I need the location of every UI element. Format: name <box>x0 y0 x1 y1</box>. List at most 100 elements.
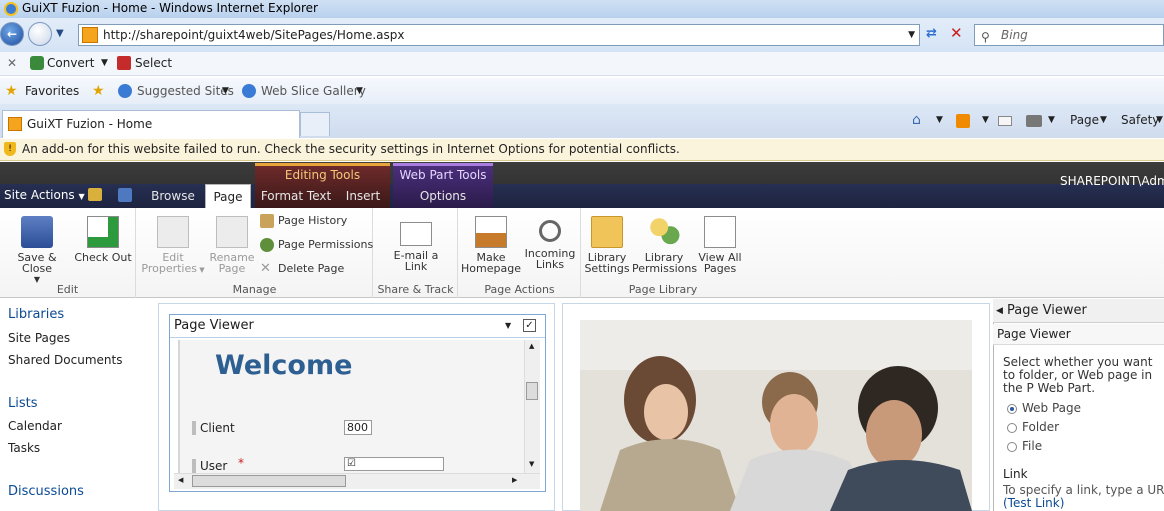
web-part-select-checkbox[interactable]: ✓ <box>523 319 536 332</box>
envelope-icon <box>400 222 432 246</box>
save-close-button[interactable]: Save & Close ▼ <box>2 216 72 285</box>
search-input[interactable]: ⚲ Bing <box>974 24 1164 46</box>
view-all-pages-button[interactable]: View All Pages <box>698 216 742 274</box>
radio-file[interactable] <box>1007 442 1017 452</box>
browser-tab-active[interactable]: GuiXT Fuzion - Home <box>2 110 300 138</box>
address-dropdown-icon[interactable]: ▼ <box>908 25 915 45</box>
convert-toolbar: ✕ Convert ▼ Select <box>0 52 1164 76</box>
incoming-links-button[interactable]: Incoming Links <box>522 216 578 270</box>
scroll-up-icon[interactable]: ▲ <box>529 342 534 350</box>
suggested-sites-dropdown-icon[interactable]: ▼ <box>222 78 229 104</box>
edit-properties-icon <box>157 216 189 248</box>
edit-properties-button[interactable]: Edit Properties ▼ <box>140 216 206 276</box>
rename-page-button[interactable]: Rename Page <box>206 216 258 274</box>
information-bar[interactable]: ! An add-on for this website failed to r… <box>0 139 1164 161</box>
vertical-scroll-thumb[interactable] <box>526 382 538 400</box>
print-dropdown-icon[interactable]: ▼ <box>1048 104 1055 136</box>
new-tab-button[interactable] <box>300 112 330 136</box>
nav-item-shared-documents[interactable]: Shared Documents <box>8 353 122 367</box>
collapse-arrow-icon[interactable]: ◀ <box>996 299 1003 323</box>
back-button[interactable]: ← <box>0 22 24 46</box>
suggested-sites-link[interactable]: Suggested Sites <box>137 78 234 104</box>
web-slice-dropdown-icon[interactable]: ▼ <box>356 78 363 104</box>
web-part-header: Page Viewer <box>170 315 545 338</box>
client-input[interactable]: 800 <box>344 420 372 435</box>
check-out-button[interactable]: Check Out <box>72 216 134 263</box>
client-label: Client <box>200 421 235 435</box>
tab-favicon-icon <box>8 117 22 131</box>
nav-heading-libraries[interactable]: Libraries <box>8 307 64 322</box>
tab-options[interactable]: Options <box>396 184 490 208</box>
welcome-heading: Welcome <box>215 350 353 381</box>
page-menu[interactable]: Page <box>1070 104 1099 136</box>
magnifier-icon <box>539 220 561 242</box>
feeds-icon[interactable] <box>956 114 970 128</box>
radio-selected-dot <box>1010 407 1014 411</box>
nav-item-calendar[interactable]: Calendar <box>8 419 62 433</box>
frame-vertical-scrollbar[interactable]: ▲ ▼ <box>524 340 540 473</box>
feeds-dropdown-icon[interactable]: ▼ <box>982 104 989 136</box>
group-label-share-track: Share & Track <box>377 283 454 296</box>
mail-icon[interactable] <box>998 116 1012 126</box>
library-settings-button[interactable]: Library Settings <box>584 216 630 274</box>
add-favorite-icon[interactable]: ★ <box>92 78 105 104</box>
make-homepage-button[interactable]: Make Homepage <box>460 216 522 274</box>
convert-button[interactable]: Convert <box>47 52 94 75</box>
site-actions-dropdown-icon: ▼ <box>78 192 85 201</box>
site-favicon-icon <box>82 27 98 43</box>
scroll-down-icon[interactable]: ▼ <box>529 460 534 468</box>
tab-insert[interactable]: Insert <box>336 184 390 208</box>
address-bar[interactable]: http://sharepoint/guixt4web/SitePages/Ho… <box>78 24 920 46</box>
tab-browse[interactable]: Browse <box>145 184 201 208</box>
select-button[interactable]: Select <box>135 52 172 75</box>
web-part-menu-icon[interactable]: ▼ <box>505 321 511 330</box>
page-history-button[interactable]: Page History <box>260 214 347 228</box>
print-icon[interactable] <box>1026 115 1042 127</box>
page-history-icon <box>260 214 274 228</box>
save-close-label: Save & Close <box>17 251 57 275</box>
forward-button[interactable] <box>28 22 52 46</box>
user-account[interactable]: SHAREPOINT\Adm <box>1060 174 1164 188</box>
nav-item-site-pages[interactable]: Site Pages <box>8 331 70 345</box>
favorites-button[interactable]: Favorites <box>25 78 79 104</box>
user-input[interactable]: ☑ <box>344 457 444 471</box>
test-link[interactable]: (Test Link) <box>1003 496 1064 510</box>
field-marker <box>192 421 196 435</box>
tool-pane-section-header[interactable]: Page Viewer <box>993 324 1164 345</box>
horizontal-scroll-thumb[interactable] <box>192 475 346 487</box>
safety-menu[interactable]: Safety <box>1121 104 1159 136</box>
close-toolbar-icon[interactable]: ✕ <box>7 52 17 75</box>
stop-icon[interactable]: ✕ <box>950 24 963 42</box>
rename-page-icon <box>216 216 248 248</box>
edit-page-icon[interactable] <box>118 188 132 202</box>
nav-heading-discussions[interactable]: Discussions <box>8 484 84 499</box>
email-link-button[interactable]: E-mail a Link <box>386 216 446 272</box>
site-actions-menu[interactable]: Site Actions ▼ <box>4 184 85 208</box>
recent-pages-dropdown-icon[interactable]: ▼ <box>56 28 64 39</box>
home-icon[interactable]: ⌂ <box>912 104 921 136</box>
navigate-up-icon[interactable] <box>88 188 102 201</box>
scroll-left-icon[interactable]: ◀ <box>178 476 183 484</box>
window-title: GuiXT Fuzion - Home - Windows Internet E… <box>22 1 318 15</box>
nav-item-tasks[interactable]: Tasks <box>8 441 40 455</box>
web-slice-gallery-link[interactable]: Web Slice Gallery <box>261 78 366 104</box>
radio-web-page[interactable] <box>1007 404 1017 414</box>
library-settings-label-2: Settings <box>584 262 630 275</box>
scroll-right-icon[interactable]: ▶ <box>512 476 517 484</box>
home-dropdown-icon[interactable]: ▼ <box>936 104 943 136</box>
frame-horizontal-scrollbar[interactable]: ◀ ▶ <box>174 473 540 489</box>
check-out-label: Check Out <box>74 251 132 264</box>
refresh-icon[interactable]: ⇄ <box>926 26 942 42</box>
radio-folder[interactable] <box>1007 423 1017 433</box>
safety-menu-dropdown-icon[interactable]: ▼ <box>1156 104 1163 136</box>
page-permissions-button[interactable]: Page Permissions <box>260 238 373 252</box>
library-permissions-button[interactable]: Library Permissions <box>632 216 697 274</box>
page-menu-dropdown-icon[interactable]: ▼ <box>1100 104 1107 136</box>
window-title-bar: GuiXT Fuzion - Home - Windows Internet E… <box>0 0 1164 18</box>
nav-heading-lists[interactable]: Lists <box>8 396 38 411</box>
tab-format-text[interactable]: Format Text <box>258 184 334 208</box>
delete-page-button[interactable]: ✕ Delete Page <box>260 262 344 276</box>
convert-dropdown-icon[interactable]: ▼ <box>101 52 108 75</box>
select-icon <box>117 56 131 70</box>
tab-page[interactable]: Page <box>205 184 251 209</box>
